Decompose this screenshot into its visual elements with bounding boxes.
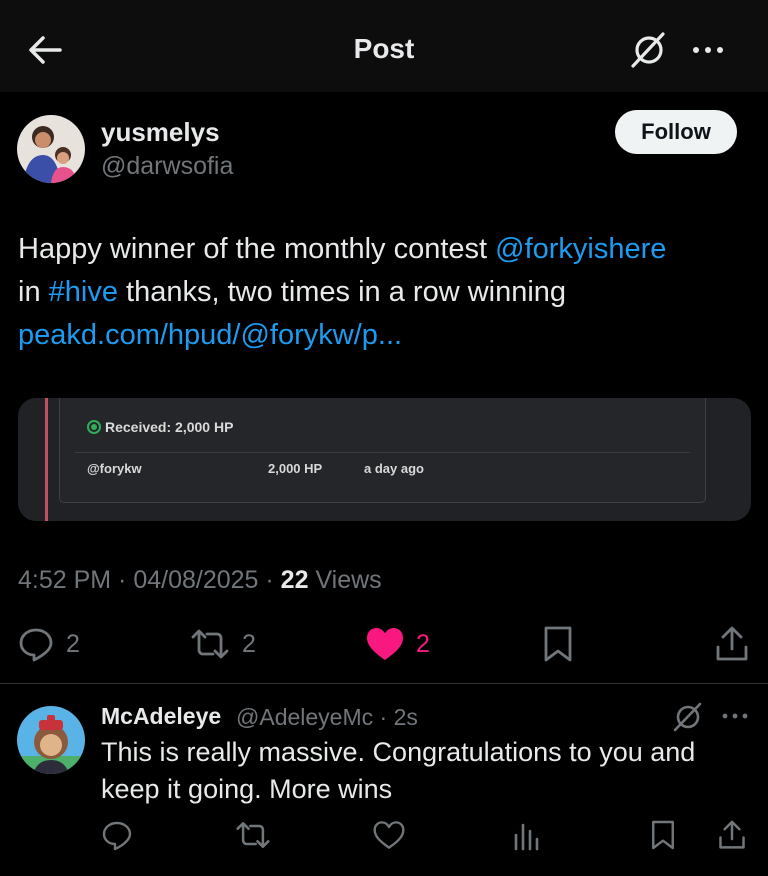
reply-actions <box>0 815 768 855</box>
more-horizontal-icon[interactable] <box>688 38 728 62</box>
repost-button[interactable]: 2 <box>190 620 256 668</box>
repost-icon <box>191 629 229 659</box>
reply-count: 2 <box>66 629 80 658</box>
grok-icon[interactable] <box>628 30 668 70</box>
transfer-card: Received: 2,000 HP @forykw 2,000 HP a da… <box>59 398 706 503</box>
bookmark-button[interactable] <box>542 620 574 668</box>
share-icon <box>716 626 748 661</box>
post-text: Happy winner of the monthly contest @for… <box>18 228 753 357</box>
analytics-icon[interactable] <box>512 815 540 855</box>
bookmark-icon <box>544 626 572 662</box>
share-icon[interactable] <box>718 815 746 855</box>
received-text: Received: 2,000 HP <box>105 419 234 435</box>
transfer-time: a day ago <box>364 461 424 476</box>
mention-link[interactable]: @forkyishere <box>495 233 666 265</box>
like-button[interactable]: 2 <box>366 620 430 668</box>
grok-icon[interactable] <box>670 700 704 734</box>
reply-author-name[interactable]: McAdeleye <box>101 703 221 730</box>
post-text-part: thanks, two times in a row winning <box>117 276 567 308</box>
like-count: 2 <box>416 629 430 658</box>
transfer-from: @forykw <box>87 461 142 476</box>
more-horizontal-icon[interactable] <box>720 706 750 726</box>
section-divider <box>0 683 768 684</box>
post-image[interactable]: Received: 2,000 HP @forykw 2,000 HP a da… <box>18 398 751 521</box>
hashtag-link[interactable]: #hive <box>49 276 118 308</box>
post-date[interactable]: 04/08/2025 <box>133 566 258 594</box>
reply-text: This is really massive. Congratulations … <box>101 737 696 804</box>
card-divider <box>75 452 690 453</box>
repost-count: 2 <box>242 629 256 658</box>
transfer-amount: 2,000 HP <box>268 461 323 476</box>
post-timestamp: 4:52 PM · 04/08/2025 · 22 Views <box>18 566 382 594</box>
url-link[interactable]: peakd.com/hpud/@forykw/p... <box>18 319 402 351</box>
follow-button[interactable]: Follow <box>615 110 737 154</box>
heart-icon <box>367 628 403 660</box>
reply-button[interactable]: 2 <box>18 620 80 668</box>
author-name[interactable]: yusmelys <box>101 117 220 148</box>
reply-avatar[interactable] <box>17 706 85 774</box>
bookmark-icon[interactable] <box>650 815 676 855</box>
check-circle-icon <box>87 420 101 434</box>
received-label: Received: 2,000 HP <box>87 419 233 435</box>
post-actions: 2 2 2 <box>0 620 768 670</box>
post-time[interactable]: 4:52 PM <box>18 566 111 594</box>
post-text-part: Happy winner of the monthly contest <box>18 233 496 265</box>
post-text-part: in <box>18 276 49 308</box>
views-count: 22 <box>280 566 309 594</box>
reply-icon[interactable] <box>101 815 133 855</box>
top-bar: Post <box>0 0 768 92</box>
author-avatar[interactable] <box>17 115 85 183</box>
reply-icon <box>19 628 53 662</box>
repost-icon[interactable] <box>235 815 271 855</box>
reply-author-handle[interactable]: @AdeleyeMc · 2s <box>236 704 418 731</box>
heart-outline-icon[interactable] <box>373 815 405 855</box>
author-handle[interactable]: @darwsofia <box>101 152 233 181</box>
image-accent-line <box>45 398 48 521</box>
share-button[interactable] <box>715 620 749 668</box>
views-label: Views <box>315 566 382 594</box>
